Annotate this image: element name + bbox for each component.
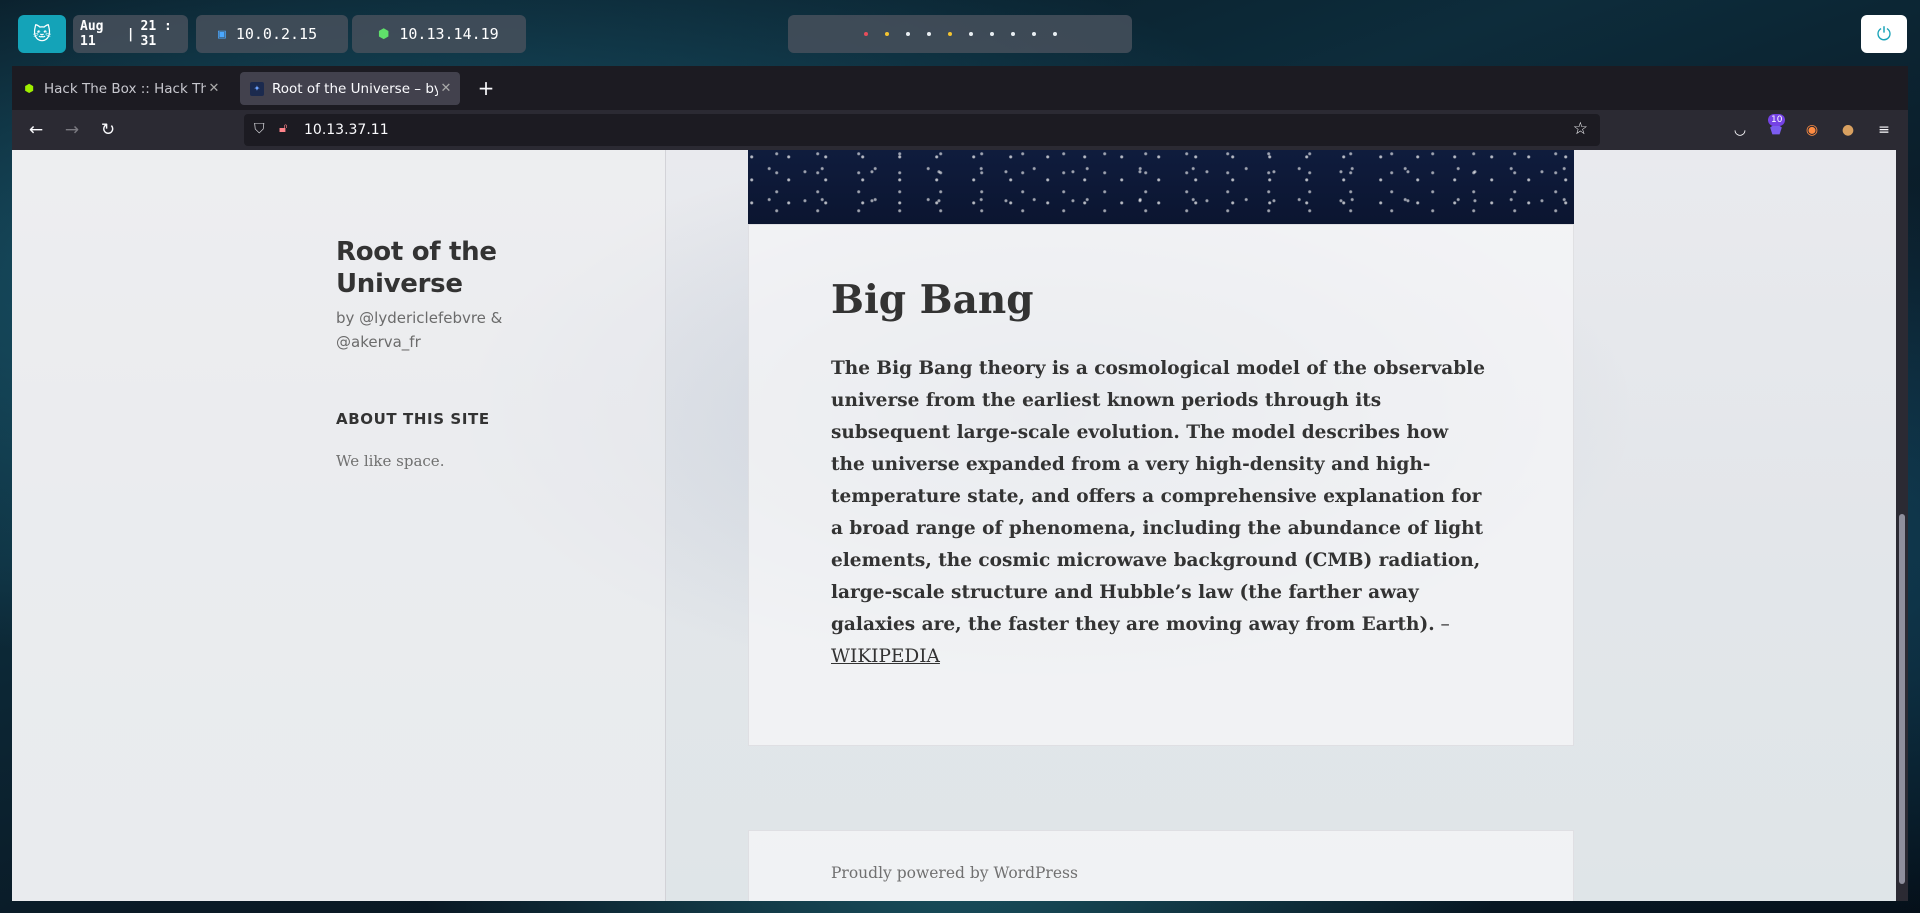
forward-arrow-icon[interactable]: → [58,116,86,144]
workspace-dot[interactable] [947,32,952,36]
cat-logo-icon: 🐱 [32,23,52,45]
htb-cube-icon: ⬢ [24,82,34,95]
power-button[interactable]: ⏻ [1861,15,1907,53]
htb-cube-icon: ⬢ [378,26,390,42]
local-ip-widget[interactable]: ▣ 10.0.2.15 [196,15,348,53]
workspace-dot[interactable] [863,32,868,36]
hamburger-menu-icon[interactable]: ≡ [1874,120,1894,140]
footer-text[interactable]: Proudly powered by WordPress [831,864,1078,882]
reload-icon[interactable]: ↻ [94,116,122,144]
workspace-dot[interactable] [1052,32,1057,36]
site-favicon-icon: ✦ [250,81,264,96]
tab-root-of-universe[interactable]: ✦ Root of the Universe – by @lydericlefe… [240,72,460,105]
tab-strip: ⬢ Hack The Box :: Hack The Box ✕ ✦ Root … [12,66,1908,110]
widget-text: We like space. [336,452,445,470]
url-text[interactable]: 10.13.37.11 [304,122,389,138]
power-icon: ⏻ [1876,23,1892,45]
site-footer: Proudly powered by WordPress [748,830,1574,901]
post-title: Big Bang [831,277,1034,323]
tab-title: Root of the Universe – by @lydericlefebv… [272,80,438,97]
tab-title: Hack The Box :: Hack The Box [44,80,206,97]
site-sidebar: Root of the Universe by @lydericlefebvre… [12,150,666,901]
post-body-text: The Big Bang theory is a cosmological mo… [831,358,1485,635]
monitor-icon: ▣ [218,26,226,42]
page-scrollbar[interactable] [1896,150,1908,901]
bookmark-star-icon[interactable]: ☆ [1573,119,1588,139]
vpn-ip-text: 10.13.14.19 [399,25,499,43]
workspace-dot[interactable] [989,32,994,36]
page-viewport: Root of the Universe by @lydericlefebvre… [12,150,1896,901]
workspace-dot[interactable] [884,32,889,36]
workspace-dot[interactable] [1010,32,1015,36]
system-top-bar: 🐱 Aug 11 | 21 : 31 ▣ 10.0.2.15 ⬢ 10.13.1… [0,0,1920,66]
close-tab-icon[interactable]: ✕ [206,81,222,96]
vpn-ip-widget[interactable]: ⬢ 10.13.14.19 [352,15,526,53]
foxyproxy-icon[interactable]: ◉ [1802,120,1822,140]
cookie-icon[interactable]: ● [1838,120,1858,140]
new-tab-button[interactable]: + [472,74,500,102]
post-content: The Big Bang theory is a cosmological mo… [831,353,1487,673]
workspace-dot[interactable] [968,32,973,36]
clock-time: 21 : 31 [140,19,172,49]
tab-hackthebox[interactable]: ⬢ Hack The Box :: Hack The Box ✕ [12,72,228,105]
clock-date: Aug 11 [80,19,104,49]
navigation-toolbar: ← → ↻ ⛉ 🔓︎ 10.13.37.11 ☆ ◡ ⬟ 10 ◉ ● ≡ [12,110,1908,150]
workspace-dot[interactable] [1031,32,1036,36]
scrollbar-thumb[interactable] [1899,514,1905,884]
local-ip-text: 10.0.2.15 [235,25,318,43]
insecure-lock-icon[interactable]: 🔓︎ [279,121,287,136]
pocket-icon[interactable]: ◡ [1730,120,1750,140]
site-description: by @lydericlefebvre & @akerva_fr [336,309,503,351]
address-bar[interactable]: ⛉ 🔓︎ 10.13.37.11 ☆ [244,114,1600,146]
widget-title: ABOUT THIS SITE [336,410,490,428]
close-tab-icon[interactable]: ✕ [438,81,454,96]
clock-widget: Aug 11 | 21 : 31 [73,15,188,53]
site-title[interactable]: Root of the Universe [336,236,566,300]
clock-separator: | [126,26,135,42]
tracking-shield-icon[interactable]: ⛉ [254,121,265,137]
post-featured-image [748,150,1574,224]
workspace-dot[interactable] [905,32,910,36]
workspace-switcher[interactable] [788,15,1132,53]
wikipedia-link[interactable]: WIKIPEDIA [831,646,940,667]
browser-window: ⬢ Hack The Box :: Hack The Box ✕ ✦ Root … [12,66,1908,901]
extension-badge: 10 [1768,114,1786,126]
post-article: Big Bang The Big Bang theory is a cosmol… [748,224,1574,746]
workspace-dot[interactable] [926,32,931,36]
back-arrow-icon[interactable]: ← [22,116,50,144]
post-dash: – [1434,614,1450,635]
os-menu-button[interactable]: 🐱 [18,15,66,53]
